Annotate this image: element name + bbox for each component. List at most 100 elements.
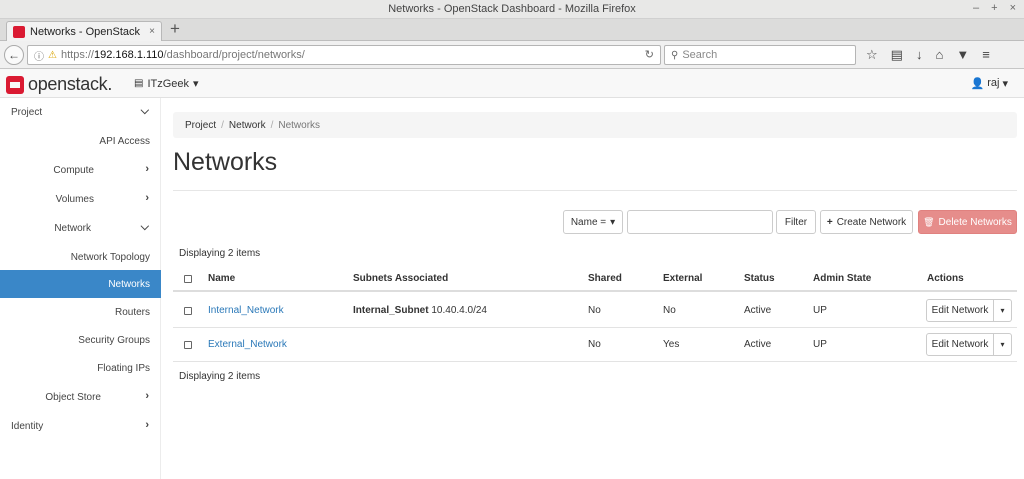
- select-all-checkbox[interactable]: [184, 275, 192, 283]
- sidebar-item-routers[interactable]: Routers: [0, 298, 161, 326]
- network-name-cell: Internal_Network: [208, 305, 284, 316]
- edit-network-button[interactable]: Edit Network: [926, 333, 994, 356]
- edit-network-button[interactable]: Edit Network: [926, 299, 994, 322]
- sidebar-item-compute[interactable]: Compute ›: [0, 156, 161, 184]
- breadcrumb: Project / Network / Networks: [173, 112, 1017, 138]
- admin-state-cell: UP: [813, 305, 827, 316]
- openstack-logo[interactable]: openstack.: [6, 74, 112, 95]
- filter-button[interactable]: Filter: [776, 210, 816, 234]
- close-icon[interactable]: ×: [1010, 2, 1016, 14]
- sidebar-item-floating-ips[interactable]: Floating IPs: [0, 354, 161, 382]
- sidebar-item-label: Compute: [53, 165, 94, 176]
- sidebar-item-network[interactable]: Network ⌵: [0, 214, 161, 242]
- column-header-admin-state[interactable]: Admin State: [813, 273, 871, 284]
- column-header-status[interactable]: Status: [744, 273, 775, 284]
- browser-tab[interactable]: Networks - OpenStack Dash ×: [6, 21, 162, 41]
- column-header-actions: Actions: [927, 273, 964, 284]
- external-cell: No: [663, 305, 676, 316]
- chevron-right-icon: ›: [145, 163, 149, 175]
- reader-icon[interactable]: ▤: [891, 47, 903, 63]
- sidebar-item-label: Floating IPs: [97, 363, 150, 374]
- sidebar-item-label: Routers: [114, 307, 150, 318]
- sidebar-item-object-store[interactable]: Object Store ›: [0, 383, 161, 411]
- table-row: External_Network No Yes Active UP Edit N…: [173, 328, 1017, 362]
- breadcrumb-item-project[interactable]: Project: [185, 120, 216, 131]
- new-tab-button[interactable]: +: [170, 19, 180, 39]
- shared-cell: No: [588, 339, 601, 350]
- sidebar-item-label: Object Store: [45, 392, 101, 403]
- pocket-icon[interactable]: ▼: [956, 47, 969, 63]
- plus-icon: +: [826, 216, 833, 228]
- status-cell: Active: [744, 339, 772, 350]
- star-icon[interactable]: ☆: [866, 47, 878, 63]
- sidebar-item-volumes[interactable]: Volumes ›: [0, 185, 161, 213]
- app-header: openstack. ▤ ITzGeek ▾ 👤 raj ▾: [0, 69, 1024, 98]
- minimize-icon[interactable]: –: [973, 2, 979, 14]
- column-header-name[interactable]: Name: [208, 273, 235, 284]
- subnet-cidr: 10.40.4.0/24: [431, 305, 487, 316]
- row-checkbox[interactable]: [184, 307, 192, 315]
- search-box[interactable]: ⚲: [664, 45, 856, 65]
- filter-input[interactable]: [627, 210, 773, 234]
- column-header-shared[interactable]: Shared: [588, 273, 622, 284]
- chevron-down-icon: ⌵: [140, 221, 149, 233]
- tab-close-icon[interactable]: ×: [149, 26, 155, 37]
- create-network-button[interactable]: + Create Network: [820, 210, 913, 234]
- row-checkbox[interactable]: [184, 341, 192, 349]
- chevron-down-icon: ▾: [610, 216, 616, 228]
- chevron-down-icon: ⌵: [140, 105, 149, 117]
- sidebar-item-label: Network Topology: [70, 252, 150, 263]
- info-icon[interactable]: ⓘ: [34, 48, 44, 63]
- sidebar-item-project[interactable]: Project ⌵: [0, 98, 161, 126]
- project-selector[interactable]: ▤ ITzGeek ▾: [134, 77, 199, 91]
- breadcrumb-separator: /: [221, 119, 224, 131]
- chevron-right-icon: ›: [145, 390, 149, 402]
- user-menu[interactable]: 👤 raj ▾: [971, 77, 1008, 90]
- user-icon: 👤: [970, 78, 985, 90]
- sidebar-item-networks[interactable]: Networks: [0, 270, 161, 298]
- sidebar-item-label: Project: [11, 107, 43, 118]
- window-controls: – + ×: [973, 2, 1016, 14]
- breadcrumb-item-network[interactable]: Network: [229, 120, 266, 131]
- window-title: Networks - OpenStack Dashboard - Mozilla…: [388, 3, 636, 15]
- delete-networks-button[interactable]: 🗑 Delete Networks: [918, 210, 1017, 234]
- sidebar-item-label: API Access: [99, 136, 150, 147]
- back-button[interactable]: ←: [4, 45, 24, 65]
- home-icon[interactable]: ⌂: [935, 47, 943, 63]
- sidebar-item-label: Volumes: [55, 194, 94, 205]
- navigation-bar: ← ⓘ ⚠ https://192.168.1.110/dashboard/pr…: [0, 41, 1024, 69]
- sidebar-item-label: Network: [54, 223, 91, 234]
- menu-icon[interactable]: ≡: [982, 47, 990, 63]
- filter-field-dropdown[interactable]: Name = ▾: [563, 210, 623, 234]
- row-actions-dropdown[interactable]: ▾: [994, 333, 1012, 356]
- favicon-icon: [13, 25, 25, 38]
- filter-button-label: Filter: [784, 216, 808, 228]
- url-text[interactable]: https://192.168.1.110/dashboard/project/…: [61, 49, 305, 61]
- row-actions-dropdown[interactable]: ▾: [994, 299, 1012, 322]
- openstack-logo-icon: [6, 75, 24, 94]
- search-input[interactable]: [682, 49, 843, 61]
- toolbar-icons: ☆ ▤ ↓ ⌂ ▼ ≡: [866, 47, 990, 63]
- warning-lock-icon[interactable]: ⚠: [48, 50, 57, 61]
- column-header-external[interactable]: External: [663, 273, 702, 284]
- status-cell: Active: [744, 305, 772, 316]
- subnet-cell: Internal_Subnet 10.40.4.0/24: [353, 305, 487, 316]
- browser-tab-label: Networks - OpenStack Dash: [30, 25, 144, 38]
- url-bar[interactable]: ⓘ ⚠ https://192.168.1.110/dashboard/proj…: [27, 45, 661, 65]
- column-header-subnets[interactable]: Subnets Associated: [353, 273, 448, 284]
- reload-icon[interactable]: ↻: [645, 48, 654, 61]
- sidebar-item-identity[interactable]: Identity ›: [0, 412, 161, 440]
- network-name-link[interactable]: External_Network: [208, 339, 287, 350]
- shared-cell: No: [588, 305, 601, 316]
- tab-bar: Networks - OpenStack Dash × +: [0, 19, 1024, 41]
- network-name-link[interactable]: Internal_Network: [208, 305, 284, 316]
- download-icon[interactable]: ↓: [916, 47, 923, 63]
- sidebar: Project ⌵ API Access Compute › Volumes ›…: [0, 98, 161, 479]
- breadcrumb-separator: /: [270, 119, 274, 131]
- filter-field-label: Name =: [570, 216, 607, 228]
- maximize-icon[interactable]: +: [991, 2, 997, 14]
- sidebar-item-network-topology[interactable]: Network Topology: [0, 243, 161, 271]
- sidebar-item-security-groups[interactable]: Security Groups: [0, 326, 161, 354]
- search-icon: ⚲: [671, 49, 679, 61]
- sidebar-item-api-access[interactable]: API Access: [0, 127, 161, 155]
